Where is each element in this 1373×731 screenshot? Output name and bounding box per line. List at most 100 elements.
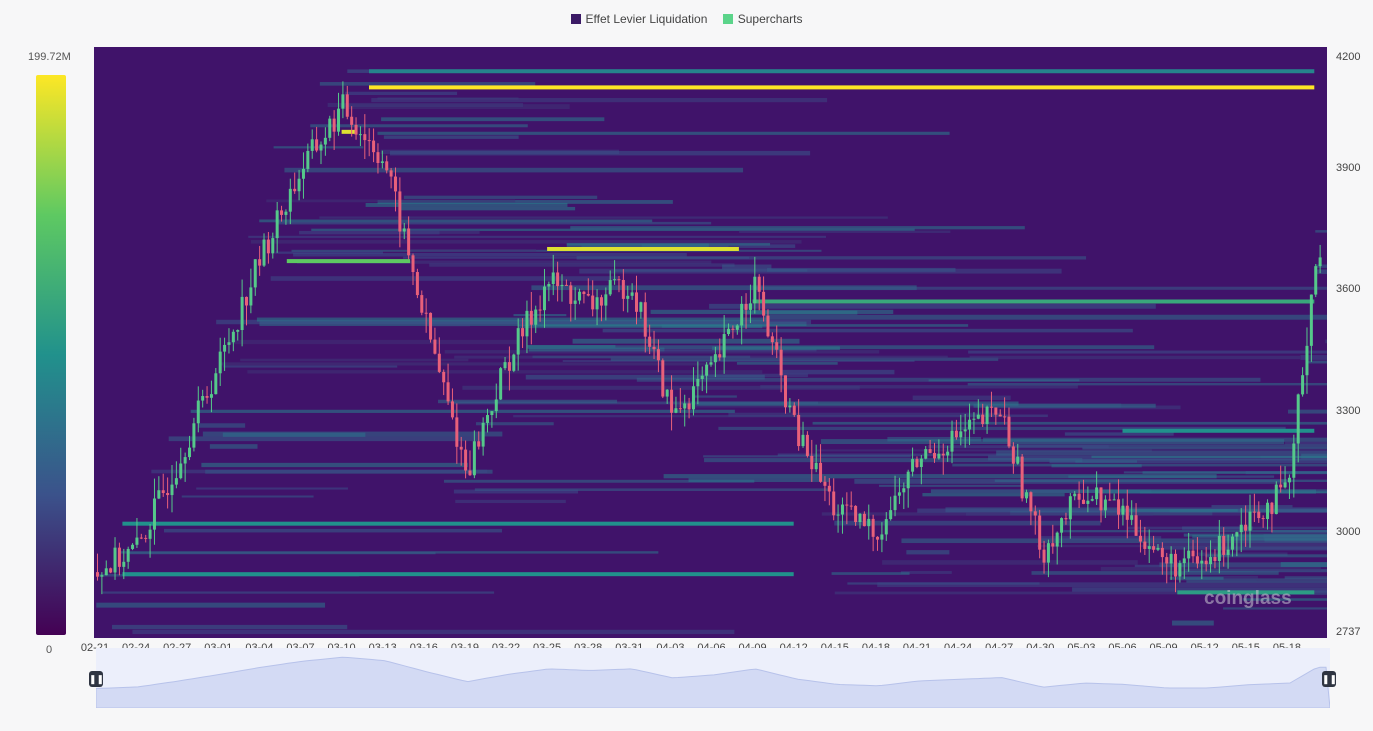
- candle-body: [240, 296, 244, 331]
- candle-body: [1033, 511, 1037, 516]
- heat-band: [164, 528, 502, 533]
- legend-item-supercharts[interactable]: Supercharts: [722, 12, 802, 26]
- heat-band: [454, 355, 948, 359]
- heat-band: [745, 310, 858, 315]
- candle-body: [740, 303, 744, 326]
- y-tick-label: 4200: [1336, 51, 1361, 63]
- candle-body: [1209, 557, 1213, 565]
- candle-body: [981, 414, 985, 424]
- candle-body: [363, 134, 367, 141]
- candle-body: [450, 401, 454, 418]
- candle-body: [218, 351, 222, 374]
- colorscale-bar[interactable]: [36, 75, 66, 635]
- heat-band: [877, 582, 1327, 588]
- heat-band: [381, 117, 605, 122]
- heat-band: [736, 362, 838, 365]
- heat-band: [1063, 530, 1327, 533]
- candle-body: [1103, 499, 1107, 511]
- candle-body: [713, 354, 717, 363]
- legend-item-liquidation[interactable]: Effet Levier Liquidation: [570, 12, 707, 26]
- candle-body: [1204, 560, 1208, 565]
- heat-band: [399, 229, 480, 234]
- candle-body: [762, 291, 766, 316]
- heat-band: [1280, 562, 1327, 567]
- candle-body: [170, 484, 174, 496]
- candle-body: [678, 408, 682, 410]
- candle-body: [862, 513, 866, 527]
- y-tick-label: 3600: [1336, 283, 1361, 296]
- candle-body: [1213, 557, 1217, 561]
- y-tick-label: 3300: [1336, 404, 1361, 417]
- candle-body: [630, 292, 634, 296]
- range-slider-left-handle[interactable]: ❚❚: [89, 671, 104, 687]
- candle-body: [372, 140, 376, 153]
- candle-body: [582, 291, 586, 295]
- candle-body: [976, 414, 980, 419]
- candle-body: [722, 334, 726, 358]
- candle-body: [635, 292, 639, 312]
- heat-band: [996, 450, 1327, 456]
- candle-body: [578, 291, 582, 301]
- candle-body: [135, 537, 139, 545]
- candle-body: [1099, 487, 1103, 511]
- colorscale-max-label: 199.72M: [28, 51, 71, 63]
- candle-body: [345, 94, 349, 117]
- candle-body: [893, 495, 897, 511]
- range-slider-right-handle[interactable]: ❚❚: [1322, 671, 1337, 687]
- heat-band: [223, 365, 398, 368]
- candle-body: [266, 239, 270, 254]
- heat-band: [1245, 471, 1327, 475]
- heat-band: [371, 97, 828, 103]
- candle-body: [512, 354, 516, 371]
- heat-band: [1315, 230, 1327, 233]
- candle-body: [253, 259, 257, 288]
- candle-body: [1226, 549, 1230, 555]
- heat-band: [602, 328, 1133, 333]
- candle-body: [1117, 499, 1121, 515]
- candle-body: [464, 449, 468, 471]
- candle-body: [1156, 547, 1160, 550]
- candle-body: [148, 529, 152, 539]
- heat-band: [912, 395, 1011, 400]
- candle-body: [1143, 541, 1147, 549]
- candle-body: [490, 411, 494, 416]
- range-slider[interactable]: [95, 648, 1331, 709]
- candle-body: [174, 478, 178, 485]
- candle-body: [731, 328, 735, 330]
- candle-body: [586, 294, 590, 296]
- candle-body: [783, 375, 787, 408]
- heatmap-svg: [94, 47, 1327, 638]
- candle-body: [1038, 515, 1042, 550]
- candle-body: [481, 422, 485, 447]
- candle-body: [617, 279, 621, 281]
- minimap-area: [95, 656, 1331, 709]
- heat-band: [429, 263, 735, 267]
- candle-body: [1020, 456, 1024, 499]
- candle-body: [1252, 511, 1256, 513]
- candle-body: [420, 295, 424, 313]
- candle-body: [989, 406, 993, 408]
- candle-body: [424, 312, 428, 314]
- candle-body: [1318, 257, 1322, 267]
- candle-body: [1261, 518, 1265, 520]
- candle-body: [1178, 563, 1182, 577]
- candle-body: [696, 378, 700, 387]
- candle-body: [1230, 536, 1234, 550]
- candle-body: [573, 300, 577, 304]
- candle-body: [341, 94, 345, 109]
- candle-body: [1042, 549, 1046, 563]
- candle-body: [770, 336, 774, 343]
- candle-body: [1130, 515, 1134, 520]
- candle-body: [100, 575, 104, 577]
- candle-body: [547, 284, 551, 287]
- candle-body: [534, 309, 538, 325]
- candle-body: [244, 296, 248, 306]
- candle-body: [661, 360, 665, 397]
- heatmap-plot-area[interactable]: [94, 47, 1327, 638]
- candle-body: [144, 537, 148, 539]
- heat-band: [1300, 355, 1327, 360]
- heat-band: [112, 624, 348, 630]
- candle-body: [166, 493, 170, 496]
- heat-band: [969, 355, 1301, 360]
- liquidation-level: [547, 246, 739, 251]
